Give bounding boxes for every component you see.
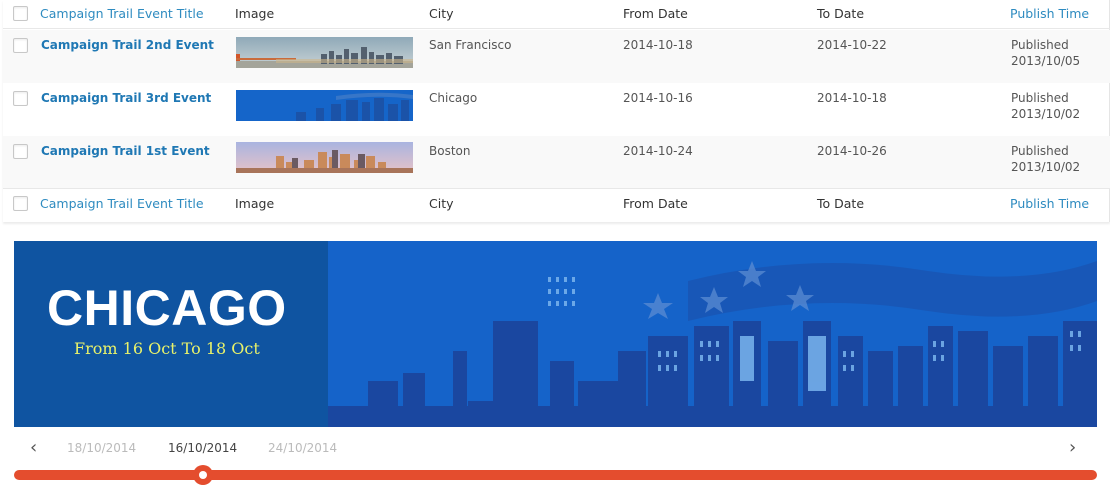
publish-date: 2013/10/02 xyxy=(1011,160,1081,174)
banner-date-range: From 16 Oct To 18 Oct xyxy=(74,339,260,358)
timeline-date[interactable]: 24/10/2014 xyxy=(268,441,337,455)
chevron-left-icon[interactable]: ‹ xyxy=(30,437,37,458)
column-from-header: From Date xyxy=(623,196,688,211)
timeline-date-active[interactable]: 16/10/2014 xyxy=(168,441,237,455)
to-date-value: 2014-10-22 xyxy=(817,38,887,52)
column-image-header: Image xyxy=(235,196,275,211)
publish-status: Published xyxy=(1011,38,1069,52)
column-title-header[interactable]: Campaign Trail Event Title xyxy=(40,6,204,21)
chevron-right-icon[interactable]: › xyxy=(1069,437,1076,458)
to-date-value: 2014-10-18 xyxy=(817,91,887,105)
banner-city-title: CHICAGO xyxy=(47,280,287,336)
column-image-header: Image xyxy=(235,6,275,21)
boston-thumbnail xyxy=(236,142,413,173)
column-title-header[interactable]: Campaign Trail Event Title xyxy=(40,196,204,211)
row-checkbox[interactable] xyxy=(13,144,28,159)
to-date-value: 2014-10-26 xyxy=(817,144,887,158)
chicago-skyline-image xyxy=(328,261,1097,427)
chicago-thumbnail xyxy=(236,90,413,121)
divider xyxy=(3,188,1110,189)
timeline-slider-handle[interactable] xyxy=(193,465,213,485)
column-city-header: City xyxy=(429,6,454,21)
event-title-link[interactable]: Campaign Trail 2nd Event xyxy=(41,38,214,52)
divider xyxy=(3,28,1110,29)
select-all-checkbox[interactable] xyxy=(13,196,28,211)
column-to-header: To Date xyxy=(817,6,865,21)
column-city-header: City xyxy=(429,196,454,211)
event-title-link[interactable]: Campaign Trail 1st Event xyxy=(41,144,210,158)
row-checkbox[interactable] xyxy=(13,38,28,53)
table-header: Campaign Trail Event Title Image City Fr… xyxy=(3,0,1110,28)
from-date-value: 2014-10-24 xyxy=(623,144,693,158)
column-to-header: To Date xyxy=(817,196,865,211)
table-footer: Campaign Trail Event Title Image City Fr… xyxy=(3,191,1110,219)
san-francisco-thumbnail xyxy=(236,37,413,68)
from-date-value: 2014-10-18 xyxy=(623,38,693,52)
column-from-header: From Date xyxy=(623,6,688,21)
column-publish-header[interactable]: Publish Time xyxy=(1010,196,1089,211)
event-banner: CHICAGO From 16 Oct To 18 Oct xyxy=(14,241,1097,427)
event-title-link[interactable]: Campaign Trail 3rd Event xyxy=(41,91,211,105)
publish-date: 2013/10/02 xyxy=(1011,107,1081,121)
city-value: San Francisco xyxy=(429,38,512,52)
publish-date: 2013/10/05 xyxy=(1011,54,1081,68)
table-row: Campaign Trail 1st Event Boston 2014-10-… xyxy=(3,136,1110,189)
timeline-slider-track[interactable] xyxy=(14,470,1097,480)
banner-info-panel: CHICAGO From 16 Oct To 18 Oct xyxy=(14,241,328,427)
publish-status: Published xyxy=(1011,91,1069,105)
select-all-checkbox[interactable] xyxy=(13,6,28,21)
table-row: Campaign Trail 2nd Event San Francisco 2… xyxy=(3,30,1110,83)
city-value: Boston xyxy=(429,144,471,158)
column-publish-header[interactable]: Publish Time xyxy=(1010,6,1089,21)
from-date-value: 2014-10-16 xyxy=(623,91,693,105)
table-row: Campaign Trail 3rd Event Chicago 2014-10… xyxy=(3,83,1110,136)
events-table: Campaign Trail Event Title Image City Fr… xyxy=(3,0,1110,222)
city-value: Chicago xyxy=(429,91,478,105)
publish-status: Published xyxy=(1011,144,1069,158)
row-checkbox[interactable] xyxy=(13,91,28,106)
timeline-date[interactable]: 18/10/2014 xyxy=(67,441,136,455)
